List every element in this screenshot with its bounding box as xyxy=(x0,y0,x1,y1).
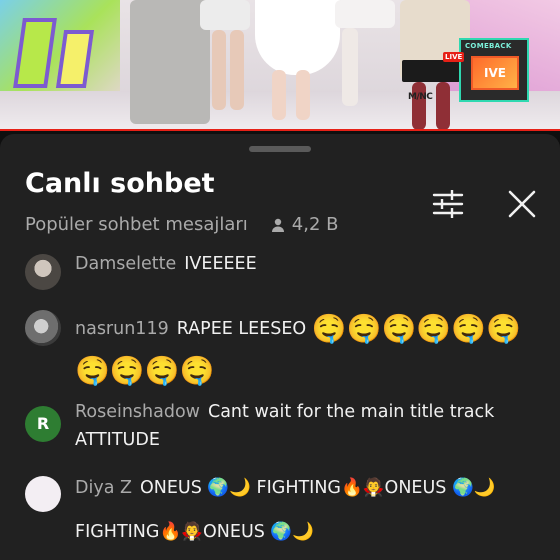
live-label: LIVE xyxy=(443,52,465,62)
performer-leg xyxy=(412,82,426,130)
message-text: ONEUS 🌍🌙 FIGHTING🔥🧛ONEUS 🌍🌙 FIGHTING🔥🧛ON… xyxy=(75,478,496,542)
performer xyxy=(255,0,340,75)
performer xyxy=(200,0,250,30)
viewer-count: 4,2 B xyxy=(270,214,339,235)
avatar[interactable] xyxy=(25,254,61,290)
chat-message-body: Damselette IVEEEEE xyxy=(75,246,535,282)
video-progress-bar[interactable] xyxy=(0,129,560,131)
live-chat-sheet: Canlı sohbet Popüler sohbet mesajları 4,… xyxy=(0,134,560,560)
avatar[interactable] xyxy=(25,310,61,346)
chat-message-body: Roseinshadow Cant wait for the main title… xyxy=(75,398,535,454)
performer-leg xyxy=(436,82,450,130)
performer-leg xyxy=(296,70,310,120)
stage-decoration xyxy=(55,30,95,88)
chat-filter-button[interactable] xyxy=(430,186,466,222)
comeback-badge: COMEBACK LIVE IVE xyxy=(443,38,529,102)
sliders-icon xyxy=(432,190,464,218)
message-author[interactable]: Damselette xyxy=(75,254,176,274)
comeback-artist-box: IVE xyxy=(471,56,519,90)
message-author[interactable]: nasrun119 xyxy=(75,319,169,339)
message-text: RAPEE LEESEO xyxy=(176,319,307,339)
chat-message-body: nasrun119 RAPEE LEESEO 🤤🤤🤤🤤🤤🤤🤤🤤🤤🤤 xyxy=(75,308,535,392)
channel-logo: M/NC xyxy=(408,92,433,102)
message-author[interactable]: Roseinshadow xyxy=(75,402,200,422)
comeback-artist: IVE xyxy=(484,66,506,80)
stage-decoration xyxy=(13,18,57,88)
message-author[interactable]: Diya Z xyxy=(75,478,132,498)
chat-message-body: Diya Z ONEUS 🌍🌙 FIGHTING🔥🧛ONEUS 🌍🌙 FIGHTI… xyxy=(75,466,535,554)
close-chat-button[interactable] xyxy=(504,186,540,222)
performer xyxy=(130,0,210,124)
performer xyxy=(335,0,395,28)
person-icon xyxy=(271,218,284,232)
performer-leg xyxy=(212,30,226,110)
message-text: IVEEEEE xyxy=(184,254,257,274)
chat-title: Canlı sohbet xyxy=(25,168,215,199)
video-player[interactable]: M/NC COMEBACK LIVE IVE xyxy=(0,0,560,131)
viewer-count-value: 4,2 B xyxy=(291,214,339,235)
chat-mode-selector[interactable]: Popüler sohbet mesajları 4,2 B xyxy=(25,214,339,235)
performer-leg xyxy=(272,70,286,120)
performer-skirt xyxy=(402,60,460,82)
performer-leg xyxy=(230,30,244,110)
avatar[interactable] xyxy=(25,476,61,512)
performer-leg xyxy=(342,28,358,106)
drag-handle[interactable] xyxy=(249,146,311,152)
avatar[interactable]: R xyxy=(25,406,61,442)
close-icon xyxy=(508,190,536,218)
comeback-label: COMEBACK xyxy=(465,42,512,50)
chat-mode-label: Popüler sohbet mesajları xyxy=(25,214,248,235)
